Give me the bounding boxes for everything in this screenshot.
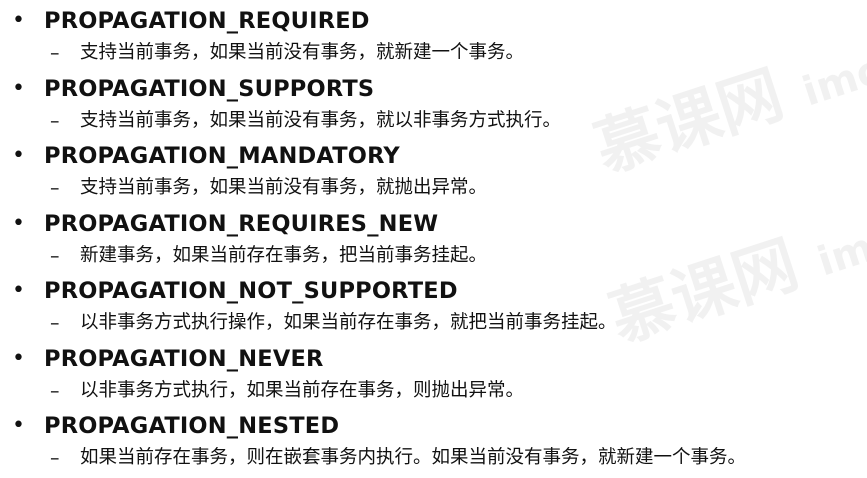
propagation-description: 以非事务方式执行，如果当前存在事务，则抛出异常。	[80, 379, 525, 401]
list-item: • PROPAGATION_MANDATORY – 支持当前事务，如果当前没有事…	[0, 139, 867, 207]
propagation-description: 支持当前事务，如果当前没有事务，就以非事务方式执行。	[80, 109, 562, 131]
dash-icon: –	[50, 109, 60, 132]
bullet-icon: •	[12, 345, 25, 371]
dash-icon: –	[50, 177, 60, 199]
propagation-term: PROPAGATION_NOT_SUPPORTED	[44, 278, 458, 304]
list-item: • PROPAGATION_SUPPORTS – 支持当前事务，如果当前没有事务…	[0, 72, 867, 140]
dash-icon: –	[50, 447, 60, 469]
propagation-term: PROPAGATION_NESTED	[44, 413, 340, 439]
propagation-description: 支持当前事务，如果当前没有事务，就新建一个事务。	[80, 42, 525, 63]
propagation-term: PROPAGATION_NEVER	[44, 345, 324, 372]
propagation-term: PROPAGATION_MANDATORY	[44, 143, 400, 169]
propagation-term: PROPAGATION_REQUIRED	[44, 8, 370, 34]
propagation-term: PROPAGATION_SUPPORTS	[44, 75, 375, 102]
propagation-description: 支持当前事务，如果当前没有事务，就抛出异常。	[80, 177, 488, 198]
list-item: • PROPAGATION_REQUIRED – 支持当前事务，如果当前没有事务…	[0, 4, 867, 72]
list-item: • PROPAGATION_REQUIRES_NEW – 新建事务，如果当前存在…	[0, 207, 867, 275]
propagation-description: 如果当前存在事务，则在嵌套事务内执行。如果当前没有事务，就新建一个事务。	[80, 447, 747, 468]
bullet-icon: •	[12, 8, 25, 33]
propagation-description: 新建事务，如果当前存在事务，把当前事务挂起。	[80, 244, 488, 266]
list-item: • PROPAGATION_NOT_SUPPORTED – 以非事务方式执行操作…	[0, 274, 867, 342]
propagation-description: 以非事务方式执行操作，如果当前存在事务，就把当前事务挂起。	[80, 312, 617, 333]
dash-icon: –	[50, 42, 60, 64]
bullet-icon: •	[12, 413, 25, 438]
list-item: • PROPAGATION_NEVER – 以非事务方式执行，如果当前存在事务，…	[0, 342, 867, 410]
dash-icon: –	[50, 244, 60, 267]
bullet-icon: •	[12, 210, 25, 236]
bullet-icon: •	[12, 143, 25, 168]
bullet-icon: •	[12, 75, 25, 101]
bullet-icon: •	[12, 278, 25, 303]
propagation-list: • PROPAGATION_REQUIRED – 支持当前事务，如果当前没有事务…	[0, 4, 867, 477]
list-item: • PROPAGATION_NESTED – 如果当前存在事务，则在嵌套事务内执…	[0, 409, 867, 477]
propagation-term: PROPAGATION_REQUIRES_NEW	[44, 210, 439, 237]
dash-icon: –	[50, 312, 60, 334]
dash-icon: –	[50, 379, 60, 402]
